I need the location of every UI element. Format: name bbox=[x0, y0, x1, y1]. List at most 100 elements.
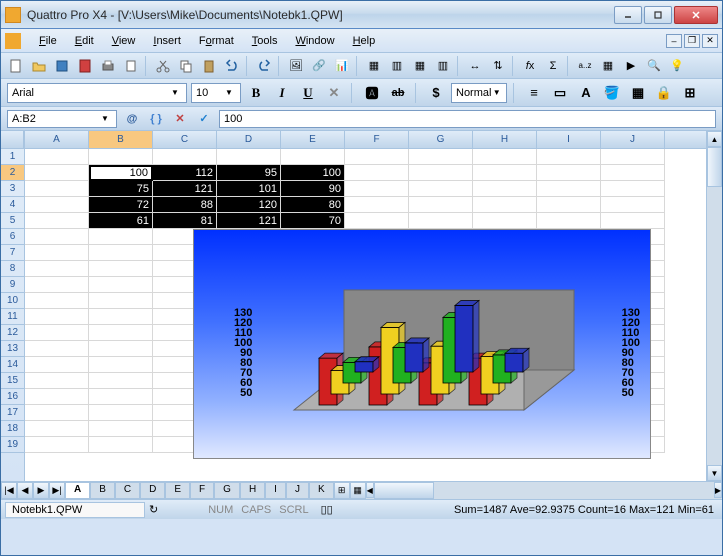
cell-C2[interactable]: 112 bbox=[153, 165, 217, 181]
col-header-F[interactable]: F bbox=[345, 131, 409, 148]
cell-A16[interactable] bbox=[25, 389, 89, 405]
no-format-icon[interactable]: ✕ bbox=[323, 82, 345, 104]
font-color-icon[interactable]: 🅰 bbox=[361, 82, 383, 104]
row-header-18[interactable]: 18 bbox=[1, 421, 24, 437]
cell-H1[interactable] bbox=[473, 149, 537, 165]
braces-button[interactable]: { } bbox=[147, 113, 165, 125]
sheet-tab-G[interactable]: G bbox=[214, 482, 240, 499]
cut-icon[interactable] bbox=[152, 55, 174, 77]
vertical-scrollbar[interactable]: ▲ ▼ bbox=[706, 131, 722, 481]
cell-J5[interactable] bbox=[601, 213, 665, 229]
sheet-tab-E[interactable]: E bbox=[165, 482, 190, 499]
cell-A1[interactable] bbox=[25, 149, 89, 165]
col-header-D[interactable]: D bbox=[217, 131, 281, 148]
scroll-track[interactable] bbox=[707, 147, 722, 465]
cell-B3[interactable]: 75 bbox=[89, 181, 153, 197]
clipart-icon[interactable]: 🖼 bbox=[285, 55, 307, 77]
first-sheet-button[interactable]: |◀ bbox=[1, 482, 17, 499]
refresh-icon[interactable]: ↻ bbox=[149, 503, 158, 516]
chevron-down-icon[interactable]: ▼ bbox=[491, 88, 502, 97]
insert-col-icon[interactable]: ▥ bbox=[386, 55, 408, 77]
sheet-tab-K[interactable]: K bbox=[309, 482, 334, 499]
properties-icon[interactable]: ⊞ bbox=[679, 82, 701, 104]
cell-I3[interactable] bbox=[537, 181, 601, 197]
cell-H3[interactable] bbox=[473, 181, 537, 197]
doc-close-button[interactable]: ✕ bbox=[702, 34, 718, 48]
sheet-tab-H[interactable]: H bbox=[240, 482, 265, 499]
bold-button[interactable]: B bbox=[245, 82, 267, 104]
quickcell-button[interactable]: ⊞ bbox=[334, 482, 350, 499]
insert-row-icon[interactable]: ▦ bbox=[363, 55, 385, 77]
cell-B8[interactable] bbox=[89, 261, 153, 277]
cell-B7[interactable] bbox=[89, 245, 153, 261]
cell-H2[interactable] bbox=[473, 165, 537, 181]
row-header-17[interactable]: 17 bbox=[1, 405, 24, 421]
cell-A17[interactable] bbox=[25, 405, 89, 421]
delete-row-icon[interactable]: ▦ bbox=[409, 55, 431, 77]
sheet-tab-J[interactable]: J bbox=[286, 482, 309, 499]
strikeout-icon[interactable]: ab bbox=[387, 82, 409, 104]
chevron-down-icon[interactable]: ▼ bbox=[222, 88, 236, 97]
cell-J1[interactable] bbox=[601, 149, 665, 165]
cell-I2[interactable] bbox=[537, 165, 601, 181]
undo-icon[interactable] bbox=[221, 55, 243, 77]
row-header-14[interactable]: 14 bbox=[1, 357, 24, 373]
merge-icon[interactable]: ▭ bbox=[549, 82, 571, 104]
cell-B10[interactable] bbox=[89, 293, 153, 309]
menu-window[interactable]: Window bbox=[287, 33, 342, 49]
row-header-16[interactable]: 16 bbox=[1, 389, 24, 405]
row-header-8[interactable]: 8 bbox=[1, 261, 24, 277]
cell-A2[interactable] bbox=[25, 165, 89, 181]
cell-G5[interactable] bbox=[409, 213, 473, 229]
row-header-11[interactable]: 11 bbox=[1, 309, 24, 325]
scroll-thumb[interactable] bbox=[707, 147, 722, 187]
italic-button[interactable]: I bbox=[271, 82, 293, 104]
scroll-up-button[interactable]: ▲ bbox=[707, 131, 722, 147]
style-combo[interactable]: Normal ▼ bbox=[451, 83, 507, 103]
row-header-6[interactable]: 6 bbox=[1, 229, 24, 245]
row-header-4[interactable]: 4 bbox=[1, 197, 24, 213]
underline-button[interactable]: U bbox=[297, 82, 319, 104]
new-sheet-button[interactable]: ▦ bbox=[350, 482, 366, 499]
cell-B18[interactable] bbox=[89, 421, 153, 437]
row-header-13[interactable]: 13 bbox=[1, 341, 24, 357]
cell-B1[interactable] bbox=[89, 149, 153, 165]
menu-view[interactable]: View bbox=[104, 33, 144, 49]
cell-A15[interactable] bbox=[25, 373, 89, 389]
cell-A18[interactable] bbox=[25, 421, 89, 437]
cell-J2[interactable] bbox=[601, 165, 665, 181]
cell-D5[interactable]: 121 bbox=[217, 213, 281, 229]
cell-B14[interactable] bbox=[89, 357, 153, 373]
scroll-thumb-h[interactable] bbox=[374, 482, 434, 499]
col-header-A[interactable]: A bbox=[25, 131, 89, 148]
scroll-right-button[interactable]: ▶ bbox=[714, 482, 722, 498]
cell-D1[interactable] bbox=[217, 149, 281, 165]
currency-icon[interactable]: $ bbox=[425, 82, 447, 104]
cell-A8[interactable] bbox=[25, 261, 89, 277]
menu-edit[interactable]: Edit bbox=[67, 33, 102, 49]
row-header-15[interactable]: 15 bbox=[1, 373, 24, 389]
cell-F5[interactable] bbox=[345, 213, 409, 229]
print-preview-icon[interactable] bbox=[120, 55, 142, 77]
cell-C4[interactable]: 88 bbox=[153, 197, 217, 213]
cell-I5[interactable] bbox=[537, 213, 601, 229]
cell-B17[interactable] bbox=[89, 405, 153, 421]
cell-C1[interactable] bbox=[153, 149, 217, 165]
cell-E2[interactable]: 100 bbox=[281, 165, 345, 181]
align-group-icon[interactable]: ≡ bbox=[523, 82, 545, 104]
col-header-J[interactable]: J bbox=[601, 131, 665, 148]
row-header-5[interactable]: 5 bbox=[1, 213, 24, 229]
embedded-3d-bar-chart[interactable]: 1301201101009080706050 13012011010090807… bbox=[193, 229, 651, 459]
delete-col-icon[interactable]: ▥ bbox=[432, 55, 454, 77]
sheet-tab-C[interactable]: C bbox=[115, 482, 140, 499]
horizontal-scrollbar[interactable]: ◀ ▶ bbox=[366, 482, 722, 499]
cell-H5[interactable] bbox=[473, 213, 537, 229]
cell-F4[interactable] bbox=[345, 197, 409, 213]
cell-H4[interactable] bbox=[473, 197, 537, 213]
select-all-corner[interactable] bbox=[1, 131, 24, 149]
cell-E4[interactable]: 80 bbox=[281, 197, 345, 213]
sort-icon[interactable]: ⇅ bbox=[487, 55, 509, 77]
col-header-E[interactable]: E bbox=[281, 131, 345, 148]
cell-A5[interactable] bbox=[25, 213, 89, 229]
cell-reference-combo[interactable]: A:B2 ▼ bbox=[7, 110, 117, 128]
